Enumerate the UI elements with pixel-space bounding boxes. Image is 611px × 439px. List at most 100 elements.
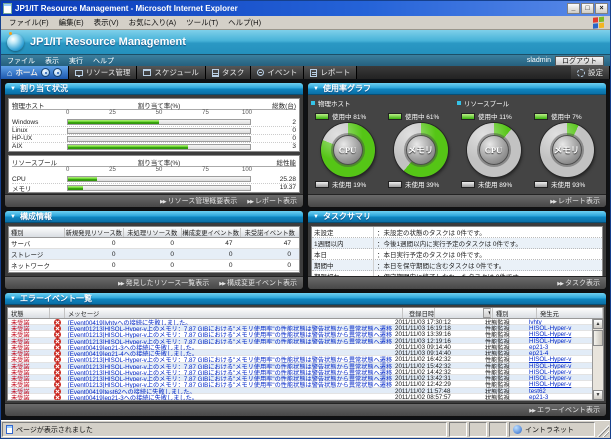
tab-report[interactable]: レポート bbox=[304, 66, 357, 79]
legend-resource-pool: リソースプール bbox=[457, 98, 530, 108]
logout-button[interactable]: ログアウト bbox=[555, 56, 604, 66]
sort-descending-icon[interactable]: ▼ bbox=[483, 308, 491, 318]
column-header: 割り当て率(%) bbox=[66, 157, 252, 167]
scroll-up-icon[interactable]: ▲ bbox=[593, 319, 603, 329]
app-menu-view[interactable]: 表示 bbox=[45, 56, 59, 66]
windows-logo-icon bbox=[593, 16, 607, 29]
unused-legend: 未使用 93% bbox=[530, 179, 603, 189]
app-menu-file[interactable]: ファイル bbox=[7, 56, 35, 66]
task-description: ：本日実行予定のタスクは 0件です。 bbox=[374, 249, 602, 259]
used-swatch-icon bbox=[461, 113, 475, 120]
ie-menu-bar: ファイル(F) 編集(E) 表示(V) お気に入り(A) ツール(T) ヘルプ(… bbox=[1, 16, 610, 30]
app-menu-execute[interactable]: 実行 bbox=[69, 56, 83, 66]
panel-config-info: ▼ 構成情報 種別 新規発見リソース数 未処理リソース数 構成変更イベント数 未… bbox=[4, 210, 304, 290]
donut-chart: CPU bbox=[467, 123, 521, 177]
host-label: HP-UX bbox=[12, 135, 66, 142]
allocation-bar bbox=[67, 176, 251, 182]
panel-events-header[interactable]: ▼ エラーイベント一覧 bbox=[5, 293, 606, 305]
app-logo-globe-icon bbox=[7, 34, 24, 51]
maximize-button[interactable]: □ bbox=[581, 3, 594, 14]
search-icon[interactable] bbox=[41, 68, 50, 77]
event-status-link[interactable]: 未受諾 bbox=[8, 393, 50, 400]
tab-home[interactable]: ⌂ ホーム bbox=[1, 66, 69, 79]
panel-task-header[interactable]: ▼ タスクサマリ bbox=[308, 211, 606, 223]
config-row: ネットワーク 0 0 0 0 bbox=[9, 260, 299, 271]
panel-config-header[interactable]: ▼ 構成情報 bbox=[5, 211, 303, 223]
security-zone: イントラネット bbox=[525, 425, 574, 435]
panel-usage-header[interactable]: ▼ 使用率グラフ bbox=[308, 83, 606, 95]
collapse-icon: ▼ bbox=[313, 214, 319, 220]
bullet-icon bbox=[457, 101, 461, 105]
link-resource-overview[interactable]: ▶▶リソース管理概要表示 bbox=[160, 196, 237, 206]
resize-grip[interactable] bbox=[597, 422, 609, 437]
unused-legend: 未使用 89% bbox=[457, 179, 530, 189]
page-icon[interactable] bbox=[3, 3, 12, 14]
link-report-display[interactable]: ▶▶レポート表示 bbox=[247, 196, 297, 206]
donut-center: CPU bbox=[479, 135, 509, 165]
host-count: 0 bbox=[252, 127, 296, 134]
event-source-link[interactable]: ep21-3 bbox=[526, 394, 592, 400]
task-description: ：今後1週間以内に実行予定のタスクは 0件です。 bbox=[374, 238, 602, 248]
app-header: JP1/IT Resource Management bbox=[1, 30, 610, 54]
collapse-icon: ▼ bbox=[10, 296, 16, 302]
donut-chart: CPU bbox=[321, 123, 375, 177]
config-row: サーバ 0 0 47 47 bbox=[9, 238, 299, 249]
link-report-display[interactable]: ▶▶レポート表示 bbox=[550, 196, 600, 206]
column-header: リソースプール bbox=[12, 157, 66, 167]
browser-window: JP1/IT Resource Management - Microsoft I… bbox=[0, 0, 611, 439]
vertical-scrollbar[interactable]: ▲ ▼ bbox=[592, 319, 603, 400]
menu-edit[interactable]: 編集(E) bbox=[54, 17, 89, 28]
panel-title: 割り当て状況 bbox=[20, 83, 68, 94]
refresh-icon[interactable] bbox=[53, 68, 62, 77]
link-task-display[interactable]: ▶▶タスク表示 bbox=[557, 278, 600, 288]
collapse-icon: ▼ bbox=[10, 86, 16, 92]
collapse-icon: ▼ bbox=[10, 214, 16, 220]
host-allocation-table: 物理ホスト 割り当て率(%) 総数(台) 0 25 50 75 100 bbox=[8, 98, 300, 152]
close-button[interactable]: × bbox=[595, 3, 608, 14]
pool-total: 19.37 bbox=[252, 184, 296, 191]
link-config-change-events[interactable]: ▶▶構成変更イベント表示 bbox=[219, 278, 297, 288]
tab-resource-management[interactable]: リソース管理 bbox=[69, 66, 138, 79]
task-summary-row: 本日 ：本日実行予定のタスクは 0件です。 bbox=[312, 249, 602, 260]
menu-file[interactable]: ファイル(F) bbox=[4, 17, 54, 28]
event-message-link[interactable]: [Event00419]ep21-3への接続に失敗しました。 bbox=[65, 393, 392, 400]
unused-swatch-icon bbox=[315, 181, 329, 188]
menu-help[interactable]: ヘルプ(H) bbox=[223, 17, 266, 28]
link-discovered-resources[interactable]: ▶▶発見したリソース一覧表示 bbox=[118, 278, 209, 288]
app-menu-help[interactable]: ヘルプ bbox=[93, 56, 114, 66]
used-legend: 使用中 11% bbox=[457, 111, 530, 121]
title-bar[interactable]: JP1/IT Resource Management - Microsoft I… bbox=[1, 1, 610, 16]
gear-icon bbox=[577, 69, 585, 77]
scrollbar-thumb[interactable] bbox=[593, 330, 603, 346]
menu-tools[interactable]: ツール(T) bbox=[181, 17, 223, 28]
scroll-down-icon[interactable]: ▼ bbox=[593, 390, 603, 400]
logged-in-user: sladmin bbox=[527, 57, 551, 64]
task-list-icon bbox=[212, 69, 219, 77]
menu-view[interactable]: 表示(V) bbox=[89, 17, 124, 28]
task-category: 期間中 bbox=[312, 260, 374, 270]
error-icon bbox=[54, 394, 61, 400]
unused-swatch-icon bbox=[388, 181, 402, 188]
home-icon: ⌂ bbox=[7, 69, 12, 77]
minimize-button[interactable]: _ bbox=[567, 3, 580, 14]
task-summary-row: 期間中 ：本日を保守期間に含むタスクは 0件です。 bbox=[312, 260, 602, 271]
allocation-bar bbox=[67, 136, 251, 142]
tab-task[interactable]: タスク bbox=[206, 66, 252, 79]
menu-favorites[interactable]: お気に入り(A) bbox=[124, 17, 182, 28]
link-error-event-display[interactable]: ▶▶エラーイベント表示 bbox=[529, 405, 600, 415]
resource-type: サーバ bbox=[9, 238, 65, 248]
task-category: 本日 bbox=[312, 249, 374, 259]
donut-chart: メモリ bbox=[540, 123, 594, 177]
host-label: AIX bbox=[12, 143, 66, 150]
panel-task-summary: ▼ タスクサマリ 未設定 ：未設定の状態のタスクは 0件です。 bbox=[307, 210, 607, 290]
tab-settings[interactable]: 設定 bbox=[571, 66, 610, 79]
tab-schedule[interactable]: スケジュール bbox=[137, 66, 205, 79]
donut-chart: メモリ bbox=[394, 123, 448, 177]
resource-type: ストレージ bbox=[9, 249, 65, 259]
pool-allocation-row: メモリ 19.37 bbox=[12, 183, 296, 191]
usage-donut: 使用中 7% メモリ 未使用 93% bbox=[530, 111, 603, 191]
tab-event[interactable]: イベント bbox=[251, 66, 304, 79]
task-summary-row: 未設定 ：未設定の状態のタスクは 0件です。 bbox=[312, 227, 602, 238]
panel-allocation-header[interactable]: ▼ 割り当て状況 bbox=[5, 83, 303, 95]
event-date: 2011/11/02 08:57:57 bbox=[392, 394, 482, 400]
